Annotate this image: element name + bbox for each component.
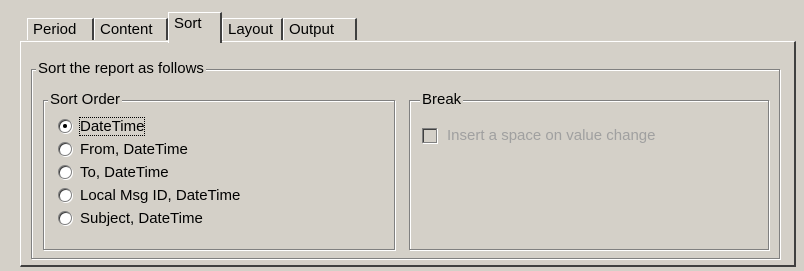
radio-subject-datetime-label: Subject, DateTime: [80, 210, 203, 227]
sort-tab-panel: Sort the report as follows Sort Order Da…: [20, 41, 796, 267]
tab-content[interactable]: Content: [94, 18, 168, 40]
tab-sort[interactable]: Sort: [168, 12, 222, 43]
sort-report-group: Sort the report as follows Sort Order Da…: [31, 60, 780, 259]
insert-space-checkbox[interactable]: Insert a space on value change: [422, 125, 655, 147]
radio-from-datetime[interactable]: From, DateTime: [58, 139, 188, 161]
radio-to-datetime[interactable]: To, DateTime: [58, 162, 169, 184]
radio-datetime[interactable]: DateTime: [58, 116, 146, 138]
break-legend: Break: [420, 91, 464, 109]
tab-period[interactable]: Period: [27, 18, 94, 40]
radio-subject-datetime[interactable]: Subject, DateTime: [58, 208, 203, 230]
radio-local-msg-id-datetime[interactable]: Local Msg ID, DateTime: [58, 185, 240, 207]
radio-icon[interactable]: [58, 188, 72, 203]
radio-icon[interactable]: [58, 142, 72, 157]
tab-output[interactable]: Output: [283, 18, 357, 40]
radio-icon[interactable]: [58, 211, 72, 226]
radio-to-datetime-label: To, DateTime: [80, 164, 169, 181]
checkbox-icon[interactable]: [422, 127, 437, 143]
break-group: Break Insert a space on value change: [409, 91, 769, 250]
radio-selected-icon[interactable]: [58, 119, 72, 134]
sort-order-legend: Sort Order: [48, 91, 123, 109]
radio-local-msg-id-label: Local Msg ID, DateTime: [80, 187, 241, 204]
tab-layout[interactable]: Layout: [222, 18, 283, 40]
sort-report-legend: Sort the report as follows: [36, 60, 206, 78]
insert-space-label: Insert a space on value change: [447, 127, 656, 144]
radio-from-datetime-label: From, DateTime: [80, 141, 188, 158]
radio-icon[interactable]: [58, 165, 72, 180]
sort-order-group: Sort Order DateTime From, DateTime To, D…: [43, 91, 395, 250]
radio-datetime-label: DateTime: [78, 117, 146, 136]
